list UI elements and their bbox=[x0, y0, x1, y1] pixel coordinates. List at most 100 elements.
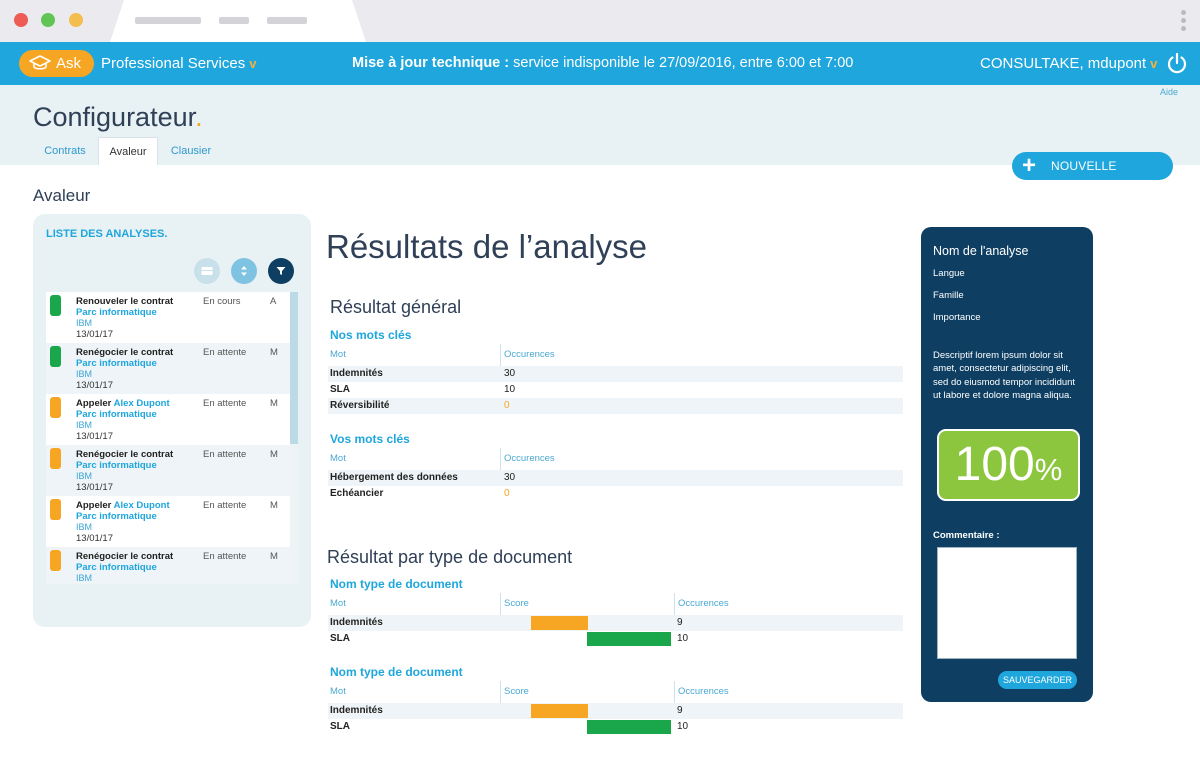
page-title-text: Configurateur bbox=[33, 102, 196, 132]
browser-tab[interactable] bbox=[110, 0, 366, 42]
status-indicator bbox=[50, 346, 61, 367]
item-code: M bbox=[270, 347, 278, 358]
save-button[interactable]: SAUVEGARDER bbox=[998, 671, 1077, 689]
tab-avaleur[interactable]: Avaleur bbox=[98, 137, 158, 165]
browser-menu-icon[interactable] bbox=[1181, 10, 1187, 34]
table-row: Indemnités 9 bbox=[328, 703, 903, 719]
close-window-button[interactable] bbox=[14, 13, 28, 27]
results-title: Résultats de l’analyse bbox=[326, 228, 648, 265]
analyses-list-panel: LISTE DES ANALYSES. Renouveler le contra… bbox=[33, 214, 311, 627]
item-status: En attente bbox=[203, 551, 247, 562]
maintenance-notice: Mise à jour technique : service indispon… bbox=[352, 55, 853, 71]
minimize-window-button[interactable] bbox=[69, 13, 83, 27]
ask-button[interactable]: Ask bbox=[19, 50, 94, 77]
comment-textarea[interactable] bbox=[937, 547, 1077, 659]
new-analysis-label: NOUVELLE ANALYSE bbox=[1051, 159, 1117, 201]
list-item[interactable]: Renouveler le contrat Parc informatique … bbox=[46, 292, 290, 343]
item-action: Appeler Alex Dupont bbox=[76, 398, 170, 409]
tab-title-placeholder bbox=[267, 17, 307, 24]
item-code: M bbox=[270, 449, 278, 460]
item-client: IBM bbox=[76, 369, 93, 379]
user-name: CONSULTAKE, mdupont bbox=[980, 55, 1147, 72]
column-header: Mot bbox=[330, 453, 346, 464]
maximize-window-button[interactable] bbox=[41, 13, 55, 27]
item-action: Renégocier le contrat bbox=[76, 449, 174, 460]
item-client: IBM bbox=[76, 471, 93, 481]
score-value: 100 bbox=[954, 438, 1035, 491]
score-bar bbox=[587, 632, 671, 646]
tab-title-placeholder bbox=[219, 17, 249, 24]
list-item[interactable]: Renégocier le contrat Parc informatique … bbox=[46, 445, 290, 496]
chevron-down-icon: v bbox=[1150, 56, 1158, 71]
score-unit: % bbox=[1034, 452, 1063, 487]
list-item[interactable]: Renégocier le contrat Parc informatique … bbox=[46, 547, 290, 584]
item-status: En attente bbox=[203, 500, 247, 511]
item-status: En attente bbox=[203, 347, 247, 358]
item-subject: Parc informatique bbox=[76, 460, 157, 471]
table-row: SLA 10 bbox=[328, 382, 903, 398]
column-header: Mot bbox=[330, 686, 346, 697]
column-header: Mot bbox=[330, 598, 346, 609]
sort-icon[interactable] bbox=[231, 258, 257, 284]
item-subject: Parc informatique bbox=[76, 511, 157, 522]
family-label: Famille bbox=[933, 290, 964, 301]
list-item[interactable]: Appeler Alex Dupont Parc informatique IB… bbox=[46, 394, 290, 445]
help-link[interactable]: Aide bbox=[1160, 87, 1178, 97]
score-badge: 100% bbox=[937, 429, 1080, 501]
column-header: Mot bbox=[330, 349, 346, 360]
notice-title: Mise à jour technique : bbox=[352, 55, 510, 71]
item-person-link[interactable]: Alex Dupont bbox=[114, 500, 170, 511]
item-subject: Parc informatique bbox=[76, 409, 157, 420]
item-action: Renégocier le contrat bbox=[76, 347, 174, 358]
filter-icon[interactable] bbox=[268, 258, 294, 284]
list-item[interactable]: Appeler Alex Dupont Parc informatique IB… bbox=[46, 496, 290, 547]
occurrences: 30 bbox=[504, 472, 516, 483]
organization-name: Professional Services bbox=[101, 55, 246, 72]
keyword: Indemnités bbox=[330, 705, 383, 716]
list-scrollbar-thumb[interactable] bbox=[290, 292, 298, 444]
status-indicator bbox=[50, 448, 61, 469]
power-icon[interactable] bbox=[1166, 52, 1188, 74]
table-row: SLA 10 bbox=[328, 631, 903, 647]
item-client: IBM bbox=[76, 573, 93, 583]
keyword: Echéancier bbox=[330, 488, 384, 499]
item-status: En attente bbox=[203, 398, 247, 409]
organization-selector[interactable]: Professional Services v bbox=[101, 55, 256, 72]
tab-title-placeholder bbox=[135, 17, 201, 24]
item-action: Appeler Alex Dupont bbox=[76, 500, 170, 511]
score-bar bbox=[587, 720, 671, 734]
item-subject: Parc informatique bbox=[76, 307, 157, 318]
tab-contrats[interactable]: Contrats bbox=[34, 137, 96, 165]
score-bar bbox=[531, 616, 588, 630]
keyword: Indemnités bbox=[330, 617, 383, 628]
column-divider bbox=[674, 593, 675, 615]
item-status: En cours bbox=[203, 296, 241, 307]
new-analysis-button[interactable]: + NOUVELLE ANALYSE bbox=[1012, 152, 1173, 201]
occurrences: 30 bbox=[504, 368, 516, 379]
list-item[interactable]: Renégocier le contrat Parc informatique … bbox=[46, 343, 290, 394]
item-date: 13/01/17 bbox=[76, 380, 113, 391]
tab-clausier[interactable]: Clausier bbox=[161, 137, 221, 165]
analyses-list[interactable]: Renouveler le contrat Parc informatique … bbox=[46, 292, 290, 584]
column-divider bbox=[500, 448, 501, 470]
importance-label: Importance bbox=[933, 312, 981, 323]
item-client: IBM bbox=[76, 318, 93, 328]
occurrences: 0 bbox=[504, 488, 510, 499]
status-indicator bbox=[50, 295, 61, 316]
item-person-link[interactable]: Alex Dupont bbox=[114, 398, 170, 409]
keyword: SLA bbox=[330, 721, 350, 732]
language-label: Langue bbox=[933, 268, 965, 279]
analysis-description: Descriptif lorem ipsum dolor sit amet, c… bbox=[933, 350, 1076, 402]
item-date: 13/01/17 bbox=[76, 431, 113, 442]
our-keywords-title: Nos mots clés bbox=[330, 328, 412, 342]
item-date: 13/01/17 bbox=[76, 329, 113, 340]
item-code: A bbox=[270, 296, 277, 307]
browser-chrome bbox=[0, 0, 1200, 42]
column-header: Occurences bbox=[678, 686, 729, 697]
your-keywords-title: Vos mots clés bbox=[330, 432, 410, 446]
column-header: Score bbox=[504, 686, 529, 697]
user-menu[interactable]: CONSULTAKE, mdupont v bbox=[980, 55, 1157, 72]
analysis-name-label: Nom de l'analyse bbox=[933, 244, 1029, 258]
archive-icon[interactable] bbox=[194, 258, 220, 284]
item-client: IBM bbox=[76, 522, 93, 532]
